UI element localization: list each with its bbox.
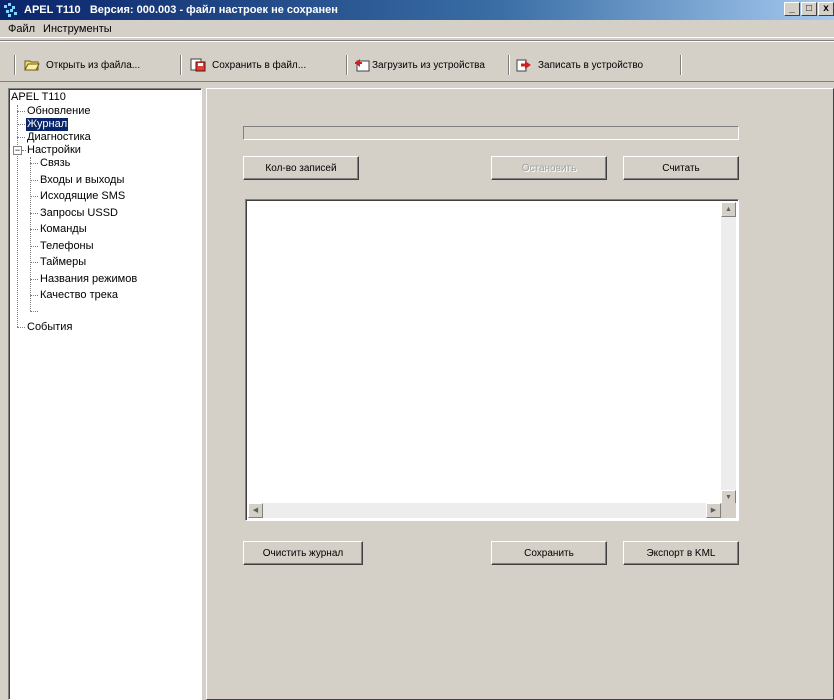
window-title: APEL T110 Версия: 000.003 - файл настрое… (24, 4, 338, 16)
write-to-device-button[interactable]: Записать в устройство (516, 54, 643, 76)
tree-item-settings[interactable]: Настройки (27, 144, 81, 157)
navigation-tree[interactable]: APEL T110 Обновление Журнал Диагностика … (8, 88, 202, 700)
horizontal-scrollbar[interactable]: ◀ ▶ (248, 503, 721, 518)
load-from-device-label: Загрузить из устройства (372, 59, 485, 71)
vertical-scrollbar[interactable]: ▲ ▼ (721, 202, 736, 505)
journal-panel: Кол-во записей Остановить Считать ▲ ▼ ◀ … (206, 88, 834, 700)
save-to-file-button[interactable]: Сохранить в файл... (190, 54, 306, 76)
toolbar-separator (14, 55, 16, 75)
open-from-file-button[interactable]: Открыть из файла... (24, 54, 140, 76)
collapse-icon[interactable]: − (13, 146, 22, 155)
menu-bar: Файл Инструменты (0, 20, 834, 38)
write-to-device-icon (516, 58, 532, 72)
tree-item-connection[interactable]: Связь (40, 157, 70, 170)
tree-root[interactable]: APEL T110 (11, 91, 66, 104)
tree-item-update[interactable]: Обновление (27, 105, 91, 118)
clear-journal-button[interactable]: Очистить журнал (243, 541, 363, 565)
window-title-rest: Версия: 000.003 - файл настроек не сохра… (89, 4, 338, 16)
window-app-name: APEL T110 (24, 4, 81, 16)
open-from-file-label: Открыть из файла... (46, 59, 141, 71)
scroll-right-icon[interactable]: ▶ (706, 503, 721, 518)
tree-item-diagnostics[interactable]: Диагностика (27, 131, 91, 144)
export-kml-button[interactable]: Экспорт в KML (623, 541, 739, 565)
load-from-device-button[interactable]: Загрузить из устройства (354, 54, 485, 76)
title-bar: APEL T110 Версия: 000.003 - файл настрое… (0, 0, 834, 20)
tree-item-mode-names[interactable]: Названия режимов (40, 273, 137, 286)
close-button[interactable]: x (818, 2, 834, 16)
tree-item-ussd-requests[interactable]: Запросы USSD (40, 207, 118, 220)
tree-item-commands[interactable]: Команды (40, 223, 87, 236)
load-from-device-icon (354, 58, 370, 72)
maximize-button[interactable]: □ (801, 2, 817, 16)
tree-item-track-quality[interactable]: Качество трека (40, 289, 118, 302)
scroll-left-icon[interactable]: ◀ (248, 503, 263, 518)
menu-file[interactable]: Файл (4, 23, 39, 35)
save-button[interactable]: Сохранить (491, 541, 607, 565)
toolbar-separator (180, 55, 182, 75)
read-button[interactable]: Считать (623, 156, 739, 180)
stop-button[interactable]: Остановить (491, 156, 607, 180)
tree-item-timers[interactable]: Таймеры (40, 256, 86, 269)
tree-item-events[interactable]: События (27, 321, 72, 334)
save-to-file-label: Сохранить в файл... (212, 59, 307, 71)
toolbar-separator (680, 55, 682, 75)
tree-item-journal[interactable]: Журнал (26, 118, 69, 131)
menu-tools[interactable]: Инструменты (39, 23, 116, 35)
journal-log-area[interactable]: ▲ ▼ ◀ ▶ (245, 199, 739, 521)
toolbar-separator (508, 55, 510, 75)
tree-item-outgoing-sms[interactable]: Исходящие SMS (40, 190, 125, 203)
write-to-device-label: Записать в устройство (538, 59, 644, 71)
journal-progress-bar (243, 126, 739, 140)
app-satellite-icon (4, 3, 18, 17)
record-count-button[interactable]: Кол-во записей (243, 156, 359, 180)
toolbar: Открыть из файла... Сохранить в файл... … (0, 40, 834, 82)
open-folder-icon (24, 58, 40, 72)
toolbar-separator (346, 55, 348, 75)
tree-item-phones[interactable]: Телефоны (40, 240, 94, 253)
save-file-icon (190, 58, 206, 72)
minimize-button[interactable]: _ (784, 2, 800, 16)
scrollbar-corner (721, 503, 736, 518)
tree-item-inputs-outputs[interactable]: Входы и выходы (40, 174, 124, 187)
scroll-up-icon[interactable]: ▲ (721, 202, 736, 217)
